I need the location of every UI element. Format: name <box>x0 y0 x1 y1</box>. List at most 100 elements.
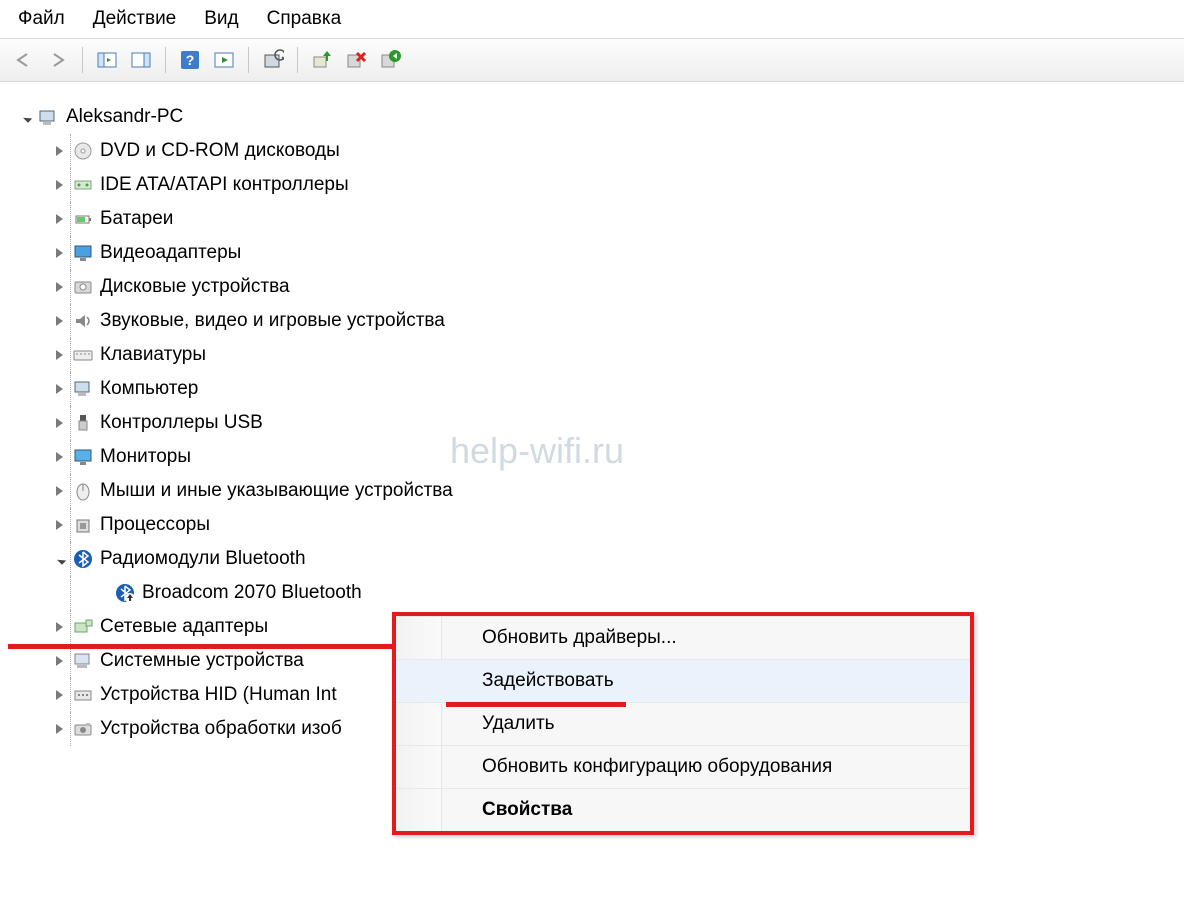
monitor-icon <box>72 446 94 468</box>
menu-file[interactable]: Файл <box>18 8 65 30</box>
battery-icon <box>72 208 94 230</box>
bt-disabled-icon <box>114 582 136 604</box>
hid-icon <box>72 684 94 706</box>
expander-icon[interactable] <box>52 688 66 702</box>
ctx-properties[interactable]: Свойства <box>396 788 970 831</box>
display-icon <box>72 242 94 264</box>
menu-view[interactable]: Вид <box>204 8 238 30</box>
expander-icon[interactable] <box>52 144 66 158</box>
tree-item[interactable]: Процессоры <box>14 508 1170 542</box>
tree-item[interactable]: Радиомодули Bluetooth <box>14 542 1170 576</box>
sound-icon <box>72 310 94 332</box>
expander-icon[interactable] <box>52 620 66 634</box>
tree-item-label: Broadcom 2070 Bluetooth <box>142 582 362 604</box>
expander-icon[interactable] <box>52 246 66 260</box>
expander-icon[interactable] <box>52 552 66 566</box>
show-hide-tree-button[interactable] <box>93 46 121 74</box>
expander-icon[interactable] <box>52 518 66 532</box>
context-menu: Обновить драйверы... Задействовать Удали… <box>392 612 974 835</box>
mouse-icon <box>72 480 94 502</box>
tree-item[interactable]: IDE ATA/ATAPI контроллеры <box>14 168 1170 202</box>
tree-item-label: Радиомодули Bluetooth <box>100 548 306 570</box>
tree-item-label: Системные устройства <box>100 650 304 672</box>
tree-item-label: Контроллеры USB <box>100 412 263 434</box>
toolbar: ? <box>0 38 1184 82</box>
imaging-icon <box>72 718 94 740</box>
expander-icon[interactable] <box>18 110 32 124</box>
expander-icon[interactable] <box>52 178 66 192</box>
tree-item[interactable]: Звуковые, видео и игровые устройства <box>14 304 1170 338</box>
forward-button[interactable] <box>44 46 72 74</box>
tree-item[interactable]: Клавиатуры <box>14 338 1170 372</box>
tree-item-label: Процессоры <box>100 514 210 536</box>
tree-item[interactable]: Broadcom 2070 Bluetooth <box>14 576 1170 610</box>
highlight-underline <box>8 644 392 649</box>
ctx-enable[interactable]: Задействовать <box>396 659 970 702</box>
tree-item-label: Мониторы <box>100 446 191 468</box>
expander-icon[interactable] <box>52 382 66 396</box>
show-hide-detail-button[interactable] <box>127 46 155 74</box>
expander-icon[interactable] <box>52 654 66 668</box>
expander-icon[interactable] <box>52 212 66 226</box>
tree-item[interactable]: Мониторы <box>14 440 1170 474</box>
ctx-update-drivers[interactable]: Обновить драйверы... <box>396 616 970 659</box>
expander-icon[interactable] <box>52 484 66 498</box>
tree-item[interactable]: Контроллеры USB <box>14 406 1170 440</box>
tree-item-label: Устройства HID (Human Int <box>100 684 337 706</box>
tree-item-label: IDE ATA/ATAPI контроллеры <box>100 174 349 196</box>
dvd-icon <box>72 140 94 162</box>
tree-item-label: Устройства обработки изоб <box>100 718 342 740</box>
toolbar-separator <box>165 47 166 73</box>
keyboard-icon <box>72 344 94 366</box>
back-button[interactable] <box>10 46 38 74</box>
tree-item-label: Видеоадаптеры <box>100 242 241 264</box>
toolbar-separator <box>248 47 249 73</box>
expander-icon[interactable] <box>52 416 66 430</box>
tree-item[interactable]: Мыши и иные указывающие устройства <box>14 474 1170 508</box>
tree-item-label: Клавиатуры <box>100 344 206 366</box>
usb-icon <box>72 412 94 434</box>
scan-button[interactable] <box>259 46 287 74</box>
tree-item-label: Дисковые устройства <box>100 276 290 298</box>
tree-item[interactable]: Видеоадаптеры <box>14 236 1170 270</box>
expander-icon[interactable] <box>94 586 108 600</box>
ctx-delete[interactable]: Удалить <box>396 702 970 745</box>
computer-icon <box>72 378 94 400</box>
expander-icon[interactable] <box>52 314 66 328</box>
expander-icon[interactable] <box>52 280 66 294</box>
menubar: Файл Действие Вид Справка <box>0 0 1184 38</box>
cpu-icon <box>72 514 94 536</box>
system-icon <box>72 650 94 672</box>
tree-root[interactable]: Aleksandr-PC <box>14 100 1170 134</box>
disk-icon <box>72 276 94 298</box>
tree-item-label: Сетевые адаптеры <box>100 616 268 638</box>
expander-icon[interactable] <box>52 450 66 464</box>
tree-root-label: Aleksandr-PC <box>66 106 183 128</box>
expander-icon[interactable] <box>52 348 66 362</box>
tree-item-label: Звуковые, видео и игровые устройства <box>100 310 445 332</box>
ide-icon <box>72 174 94 196</box>
update-driver-button[interactable] <box>308 46 336 74</box>
computer-icon <box>38 106 60 128</box>
tree-item[interactable]: DVD и CD-ROM дисководы <box>14 134 1170 168</box>
tree-item[interactable]: Компьютер <box>14 372 1170 406</box>
action-button[interactable] <box>210 46 238 74</box>
menu-action[interactable]: Действие <box>93 8 177 30</box>
help-button[interactable]: ? <box>176 46 204 74</box>
menu-help[interactable]: Справка <box>267 8 342 30</box>
highlight-underline <box>446 702 626 707</box>
toolbar-separator <box>82 47 83 73</box>
tree-item-label: Компьютер <box>100 378 198 400</box>
enable-button[interactable] <box>376 46 404 74</box>
tree-item-label: Мыши и иные указывающие устройства <box>100 480 453 502</box>
tree-item[interactable]: Батареи <box>14 202 1170 236</box>
ctx-refresh-config[interactable]: Обновить конфигурацию оборудования <box>396 745 970 788</box>
toolbar-separator <box>297 47 298 73</box>
tree-item-label: DVD и CD-ROM дисководы <box>100 140 340 162</box>
svg-text:?: ? <box>186 52 195 68</box>
tree-item-label: Батареи <box>100 208 173 230</box>
tree-item[interactable]: Дисковые устройства <box>14 270 1170 304</box>
expander-icon[interactable] <box>52 722 66 736</box>
bluetooth-icon <box>72 548 94 570</box>
uninstall-button[interactable] <box>342 46 370 74</box>
